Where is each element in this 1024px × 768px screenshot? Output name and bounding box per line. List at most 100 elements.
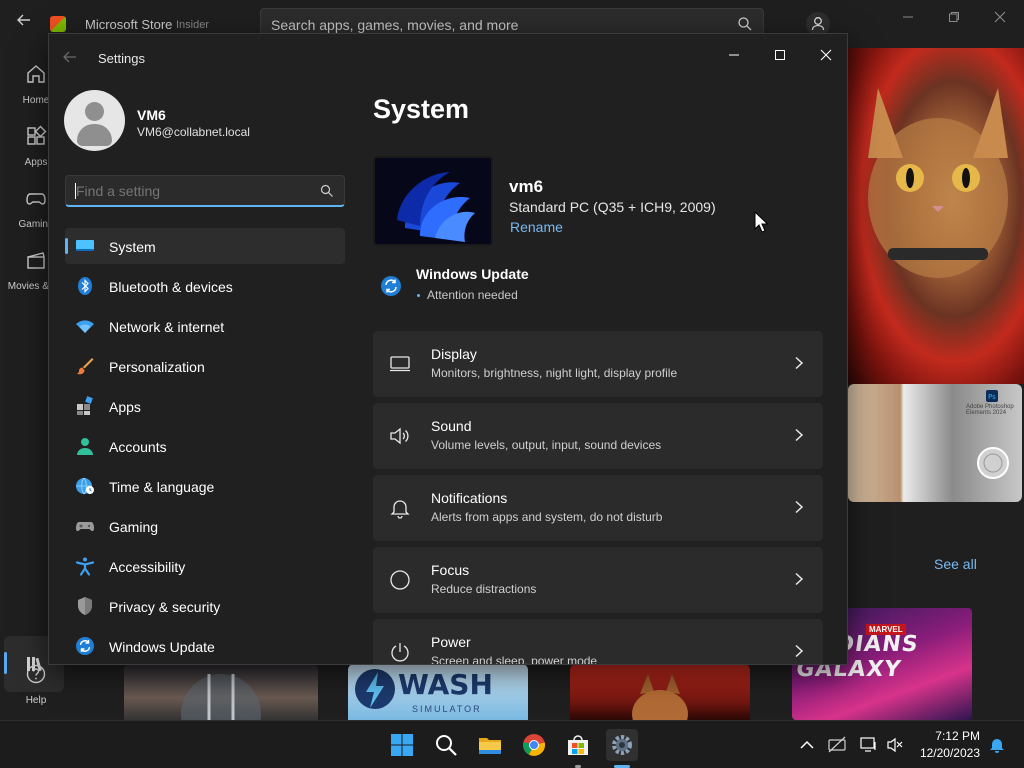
- chevron-right-icon: [795, 644, 804, 658]
- taskbar: 7:12 PM 12/20/2023: [0, 720, 1024, 768]
- card-power[interactable]: Power Screen and sleep, power mode: [373, 619, 823, 665]
- nav-item-windows-update[interactable]: Windows Update: [65, 628, 345, 664]
- network-disconnected-icon[interactable]: [828, 736, 846, 754]
- display-icon: [390, 356, 410, 372]
- help-icon: [26, 664, 46, 684]
- card-notifications[interactable]: Notifications Alerts from apps and syste…: [373, 475, 823, 541]
- wifi-icon: [76, 320, 94, 333]
- rename-link[interactable]: Rename: [510, 219, 563, 235]
- photoshop-tile-caption: Adobe Photoshop Elements 2024: [966, 404, 1014, 416]
- power-bolt-icon: [355, 669, 395, 709]
- settings-maximize-button[interactable]: [757, 40, 803, 70]
- user-avatar[interactable]: [64, 90, 125, 151]
- nav-item-accessibility[interactable]: Accessibility: [65, 548, 345, 584]
- game-tile-powerwash[interactable]: WASH SIMULATOR: [348, 664, 528, 720]
- nav-item-apps[interactable]: Apps: [65, 388, 345, 424]
- close-icon: [994, 11, 1006, 23]
- nav-item-network[interactable]: Network & internet: [65, 308, 345, 344]
- taskbar-chrome[interactable]: [518, 729, 550, 761]
- search-icon[interactable]: [737, 16, 753, 32]
- chevron-up-icon[interactable]: [798, 736, 816, 754]
- nav-item-bluetooth[interactable]: Bluetooth & devices: [65, 268, 345, 304]
- close-icon: [820, 49, 832, 61]
- store-logo-icon: [50, 16, 66, 32]
- taskbar-file-explorer[interactable]: [474, 729, 506, 761]
- mouse-cursor-icon: [754, 211, 768, 233]
- monitor-network-icon[interactable]: [860, 736, 878, 754]
- chevron-right-icon: [795, 500, 804, 514]
- card-display[interactable]: Display Monitors, brightness, night ligh…: [373, 331, 823, 397]
- store-minimize-button[interactable]: [898, 8, 918, 28]
- apps-icon: [27, 125, 47, 145]
- avatar-head: [85, 102, 104, 121]
- power-icon: [391, 643, 409, 662]
- accessibility-icon: [75, 557, 95, 576]
- store-restore-button[interactable]: [944, 8, 964, 28]
- card-focus-title: Focus: [431, 562, 470, 578]
- store-hero-image[interactable]: [848, 48, 1024, 384]
- windows-update-title[interactable]: Windows Update: [416, 266, 529, 282]
- bell-icon: [390, 500, 410, 519]
- notification-bell-icon[interactable]: [988, 736, 1006, 754]
- minimize-icon: [729, 54, 739, 56]
- maximize-icon: [775, 50, 785, 60]
- find-setting-box[interactable]: [65, 175, 345, 207]
- store-photoshop-tile[interactable]: Ps Adobe Photoshop Elements 2024: [848, 384, 1022, 502]
- person-icon: [77, 438, 93, 455]
- store-nav-help[interactable]: Help: [0, 656, 72, 716]
- windows-start-icon: [391, 734, 413, 756]
- home-icon: [27, 65, 45, 83]
- settings-minimize-button[interactable]: [711, 40, 757, 70]
- windows-bloom-wallpaper-icon: [375, 158, 491, 244]
- game-title-wash: WASH: [398, 668, 493, 701]
- chrome-icon: [523, 734, 546, 756]
- controller-icon: [76, 522, 94, 531]
- card-sound[interactable]: Sound Volume levels, output, input, soun…: [373, 403, 823, 469]
- nav-item-accounts[interactable]: Accounts: [65, 428, 345, 464]
- update-icon: [381, 276, 401, 296]
- minimize-icon: [903, 16, 913, 18]
- seal-icon: [977, 447, 1009, 479]
- device-wallpaper-thumbnail: [373, 156, 493, 246]
- card-focus[interactable]: Focus Reduce distractions: [373, 547, 823, 613]
- taskbar-store[interactable]: [562, 729, 594, 761]
- card-display-title: Display: [431, 346, 477, 362]
- nav-item-system[interactable]: System: [65, 228, 345, 264]
- store-back-button[interactable]: [12, 12, 36, 36]
- taskbar-settings[interactable]: [606, 729, 638, 761]
- search-icon: [436, 735, 457, 756]
- game-tile-1[interactable]: [124, 664, 318, 720]
- taskbar-search-button[interactable]: [430, 729, 462, 761]
- user-name: VM6: [137, 107, 166, 123]
- start-button[interactable]: [386, 729, 418, 761]
- clock-time[interactable]: 7:12 PM: [924, 729, 980, 743]
- svg-text:Ps: Ps: [988, 393, 996, 401]
- nav-item-time-language[interactable]: Time & language: [65, 468, 345, 504]
- card-notifications-subtitle: Alerts from apps and system, do not dist…: [431, 510, 663, 524]
- speaker-muted-icon[interactable]: [886, 736, 904, 754]
- nav-item-privacy[interactable]: Privacy & security: [65, 588, 345, 624]
- find-setting-input[interactable]: [76, 182, 306, 200]
- arrow-left-icon: [17, 14, 30, 26]
- game-subtitle-simulator: SIMULATOR: [412, 704, 482, 714]
- card-sound-title: Sound: [431, 418, 472, 434]
- photoshop-logo-icon: Ps: [986, 390, 998, 402]
- see-all-link[interactable]: See all: [934, 556, 977, 572]
- settings-close-button[interactable]: [803, 40, 847, 70]
- settings-back-button[interactable]: [63, 50, 83, 66]
- clock-date[interactable]: 12/20/2023: [910, 746, 980, 760]
- nav-item-personalization[interactable]: Personalization: [65, 348, 345, 384]
- settings-icon: [612, 735, 632, 755]
- store-close-button[interactable]: [990, 8, 1010, 28]
- device-name: vm6: [509, 177, 544, 196]
- nav-item-gaming[interactable]: Gaming: [65, 508, 345, 544]
- speaker-icon: [390, 427, 409, 445]
- chevron-right-icon: [795, 428, 804, 442]
- file-explorer-icon: [479, 738, 501, 754]
- game-tile-3[interactable]: [570, 664, 750, 720]
- settings-nav: System Bluetooth & devices Network & int…: [65, 228, 345, 664]
- search-icon[interactable]: [320, 184, 334, 198]
- cat-game-art-icon: [632, 674, 688, 720]
- cat-hero-image-icon: [868, 88, 1008, 278]
- card-power-subtitle: Screen and sleep, power mode: [431, 654, 598, 665]
